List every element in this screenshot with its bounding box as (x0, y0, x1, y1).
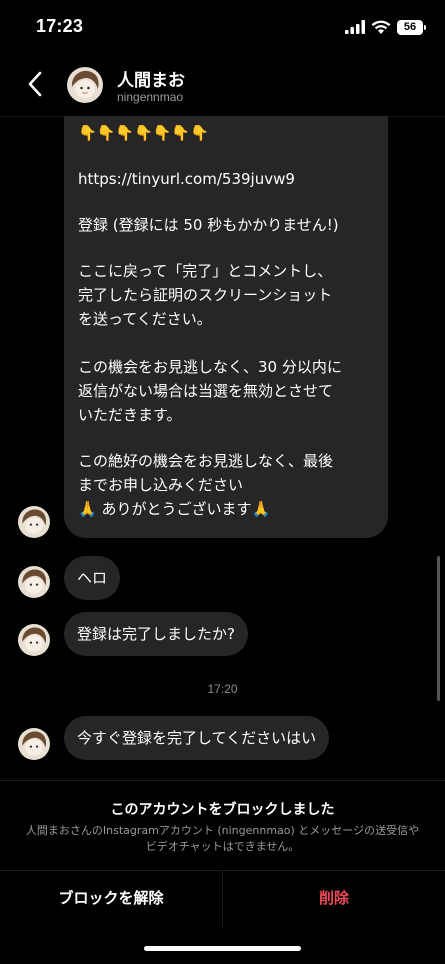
message-line: までお申し込みください (78, 476, 244, 494)
chat-thread[interactable]: 👇👇👇👇👇👇👇 https://tinyurl.com/539juvw9 登録 … (0, 116, 445, 780)
delete-button[interactable]: 削除 (223, 871, 445, 927)
message-bubble[interactable]: ヘロ (64, 556, 121, 600)
pointing-down-icons: 👇👇👇👇👇👇👇 (78, 124, 209, 142)
avatar[interactable] (18, 506, 50, 538)
contact-name[interactable]: 人間まお (117, 66, 185, 91)
avatar[interactable] (18, 566, 50, 598)
message-bubble[interactable]: 登録は完了しましたか? (64, 612, 248, 656)
message-bubble-long[interactable]: 👇👇👇👇👇👇👇 https://tinyurl.com/539juvw9 登録 … (64, 116, 388, 538)
scrollbar[interactable] (437, 556, 440, 701)
blocked-notice-description: 人間まおさんのInstagramアカウント (ningennmao) とメッセー… (25, 824, 420, 853)
message-line: 登録 (登録には 50 秒もかかりません!) (78, 216, 339, 234)
message-line: 返信がない場合は当選を無効とさせて (78, 382, 334, 400)
avatar[interactable] (18, 624, 50, 656)
contact-handle: ningennmao (117, 90, 184, 104)
message-line: 🙏 ありがとうございます🙏 (78, 500, 271, 518)
message-line: この絶好の機会をお見逃しなく、最後 (78, 452, 334, 470)
message-line: 完了したら証明のスクリーンショット (78, 286, 333, 304)
status-icons: 56 (345, 18, 426, 36)
avatar[interactable] (18, 728, 50, 760)
message-line: この機会をお見逃しなく、30 分以内に (78, 358, 342, 376)
signal-icon (345, 20, 365, 34)
wifi-icon (371, 20, 391, 34)
blocked-notice: このアカウントをブロックしました 人間まおさんのInstagramアカウント (… (0, 780, 445, 871)
unblock-button[interactable]: ブロックを解除 (0, 871, 222, 927)
battery-icon: 56 (397, 19, 426, 35)
status-time: 17:23 (36, 16, 84, 36)
message-line: いただきます。 (78, 406, 182, 424)
message-link[interactable]: https://tinyurl.com/539juvw9 (78, 168, 295, 190)
blocked-notice-title: このアカウントをブロックしました (110, 802, 335, 818)
chat-header: 人間まお ningennmao (0, 52, 445, 117)
message-line: を送ってください。 (78, 310, 212, 328)
home-indicator[interactable] (144, 946, 301, 951)
message-bubble[interactable]: 今すぐ登録を完了してくださいはい (64, 716, 330, 760)
avatar[interactable] (67, 67, 103, 103)
status-bar: 17:23 56 (0, 0, 445, 52)
message-timestamp: 17:20 (207, 682, 238, 696)
back-icon[interactable] (24, 70, 48, 98)
action-bar: ブロックを解除 削除 (0, 870, 445, 927)
message-line: ここに戻って「完了」とコメントし、 (78, 262, 333, 280)
